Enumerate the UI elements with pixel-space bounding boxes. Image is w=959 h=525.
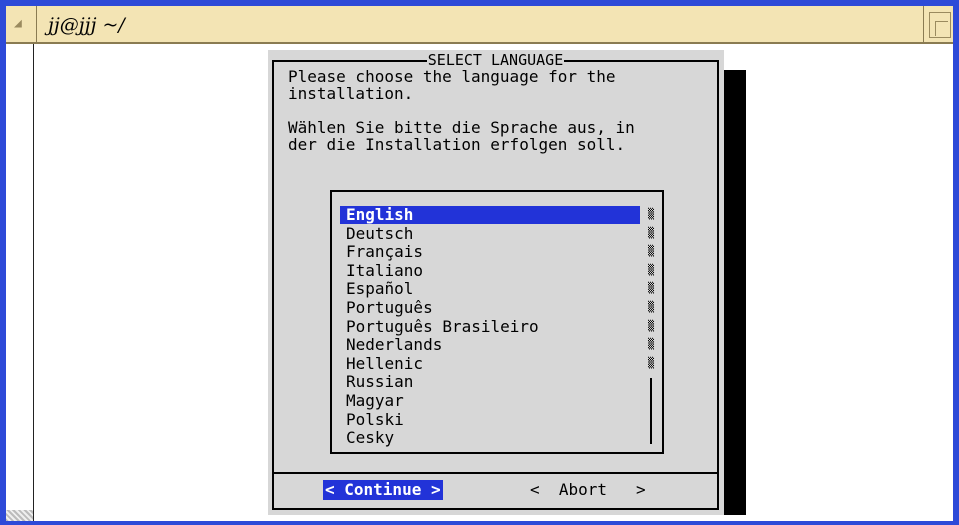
language-option[interactable]: Polski [340,410,640,429]
window-title: jj@jjj ~/ [48,14,125,36]
language-option[interactable]: Français [340,243,640,261]
language-option[interactable]: Português Brasileiro [340,317,640,336]
language-option[interactable]: Italiano [340,261,640,280]
language-option[interactable]: Magyar [340,392,640,410]
scroll-track-icon: ▒ [647,302,655,313]
dialog-instructions: Please choose the language for the insta… [288,67,635,154]
scroll-track-icon: ▒ [647,246,655,258]
titlebar-divider [36,6,37,44]
window-left-border [6,44,34,521]
language-option[interactable]: Nederlands [340,336,640,354]
scroll-track-icon: ▒ [647,320,655,332]
scroll-track-icon: ▒ [647,209,655,220]
language-option[interactable]: English [340,206,640,224]
scrollbar[interactable] [650,378,652,444]
language-option[interactable]: Deutsch [340,224,640,243]
scroll-track-icon: ▒ [647,227,655,239]
titlebar-divider [923,6,924,44]
scroll-track-icon: ▒ [647,283,655,295]
dialog-title: SELECT LANGUAGE [426,51,565,69]
window-titlebar[interactable]: ◢ jj@jjj ~/ [6,6,953,44]
button-divider [274,472,717,474]
language-option[interactable]: Cesky [340,429,640,447]
language-option[interactable]: Español [340,280,640,298]
scroll-track-icon: ▒ [647,357,655,369]
scroll-track-icon: ▒ [647,264,655,276]
continue-button[interactable]: < Continue > [323,480,443,500]
select-language-dialog: SELECT LANGUAGE Please choose the langua… [272,51,719,510]
language-option[interactable]: Hellenic [340,354,640,373]
abort-button[interactable]: < Abort > [530,480,646,500]
maximize-icon[interactable] [929,12,951,38]
window-menu-icon[interactable]: ◢ [14,16,22,31]
dialog-shadow [724,70,746,515]
scroll-track-icon: ▒ [647,339,655,351]
language-option[interactable]: Português [340,299,640,317]
resize-grip-icon[interactable] [6,510,33,521]
language-option[interactable]: Russian [340,373,640,391]
language-list[interactable]: English ▒ Deutsch ▒ Français ▒ Italiano ▒ Españo… [330,190,664,454]
